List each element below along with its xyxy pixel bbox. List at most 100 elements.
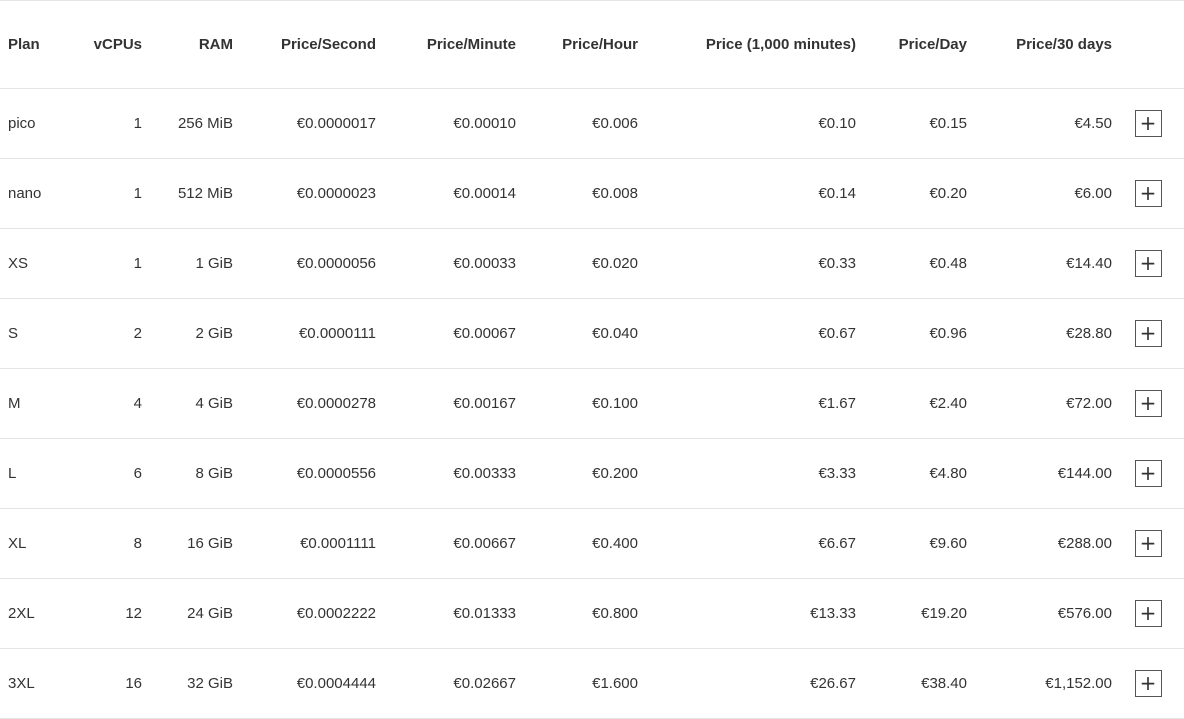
price-per-minute: €0.00167 xyxy=(376,368,516,439)
add-plan-button[interactable]: + xyxy=(1134,179,1162,207)
vcpu-value: 1 xyxy=(133,254,142,272)
column-header-price-day: Price/Day xyxy=(856,1,967,89)
price-per-day: €0.20 xyxy=(856,158,967,229)
vcpu-value-wrapper: 1* xyxy=(134,115,142,132)
price-per-hour: €0.400 xyxy=(516,508,638,579)
vcpu-value-wrapper: 8 xyxy=(134,535,142,552)
price-per-second: €0.0000023 xyxy=(233,158,376,229)
add-cell: + xyxy=(1112,298,1184,369)
plan-name: 2XL xyxy=(0,578,80,649)
table-row-pico: pico 1* 256 MiB €0.0000017 €0.00010 €0.0… xyxy=(0,88,1184,159)
add-plan-button[interactable]: + xyxy=(1134,109,1162,137)
ram-size: 2 GiB xyxy=(142,298,233,369)
add-cell: + xyxy=(1112,508,1184,579)
ram-size: 256 MiB xyxy=(142,88,233,159)
add-plan-button[interactable]: + xyxy=(1134,459,1162,487)
plus-icon: + xyxy=(1139,251,1157,275)
ram-size: 8 GiB xyxy=(142,438,233,509)
table-row-nano: nano 1* 512 MiB €0.0000023 €0.00014 €0.0… xyxy=(0,158,1184,229)
vcpu-value-wrapper: 1 xyxy=(134,255,142,272)
plus-icon: + xyxy=(1139,391,1157,415)
add-plan-button[interactable]: + xyxy=(1134,529,1162,557)
plan-name: pico xyxy=(0,88,80,159)
price-per-second: €0.0000056 xyxy=(233,228,376,299)
price-per-minute: €0.00067 xyxy=(376,298,516,369)
plus-icon: + xyxy=(1139,531,1157,555)
price-per-30-days: €576.00 xyxy=(967,578,1112,649)
ram-size: 1 GiB xyxy=(142,228,233,299)
price-per-minute: €0.01333 xyxy=(376,578,516,649)
header-row: Plan vCPUs RAM Price/Second Price/Minute… xyxy=(0,1,1184,89)
ram-size: 4 GiB xyxy=(142,368,233,439)
price-per-30-days: €288.00 xyxy=(967,508,1112,579)
price-per-second: €0.0000017 xyxy=(233,88,376,159)
price-per-day: €19.20 xyxy=(856,578,967,649)
table-header: Plan vCPUs RAM Price/Second Price/Minute… xyxy=(0,1,1184,89)
table-row-l: L 6 8 GiB €0.0000556 €0.00333 €0.200 €3.… xyxy=(0,438,1184,509)
price-per-second: €0.0004444 xyxy=(233,648,376,719)
plan-name: XL xyxy=(0,508,80,579)
price-per-second: €0.0000111 xyxy=(233,298,376,369)
add-plan-button[interactable]: + xyxy=(1134,599,1162,627)
pricing-table: Plan vCPUs RAM Price/Second Price/Minute… xyxy=(0,1,1184,719)
vcpu-value-wrapper: 4 xyxy=(134,395,142,412)
plan-name: L xyxy=(0,438,80,509)
price-per-hour: €0.040 xyxy=(516,298,638,369)
price-per-minute: €0.00014 xyxy=(376,158,516,229)
price-per-hour: €0.100 xyxy=(516,368,638,439)
price-per-1000-minutes: €6.67 xyxy=(638,508,856,579)
plan-name: XS xyxy=(0,228,80,299)
add-cell: + xyxy=(1112,228,1184,299)
price-per-1000-minutes: €3.33 xyxy=(638,438,856,509)
vcpu-count: 1* xyxy=(80,88,142,159)
table-row-m: M 4 4 GiB €0.0000278 €0.00167 €0.100 €1.… xyxy=(0,368,1184,439)
price-per-hour: €0.200 xyxy=(516,438,638,509)
price-per-second: €0.0002222 xyxy=(233,578,376,649)
add-plan-button[interactable]: + xyxy=(1134,669,1162,697)
column-header-price-hour: Price/Hour xyxy=(516,1,638,89)
column-header-price-30-days: Price/30 days xyxy=(967,1,1112,89)
price-per-1000-minutes: €26.67 xyxy=(638,648,856,719)
add-cell: + xyxy=(1112,648,1184,719)
add-cell: + xyxy=(1112,368,1184,439)
table-body: pico 1* 256 MiB €0.0000017 €0.00010 €0.0… xyxy=(0,88,1184,719)
plus-icon: + xyxy=(1139,671,1157,695)
ram-size: 32 GiB xyxy=(142,648,233,719)
price-per-1000-minutes: €0.67 xyxy=(638,298,856,369)
add-plan-button[interactable]: + xyxy=(1134,319,1162,347)
price-per-minute: €0.00333 xyxy=(376,438,516,509)
price-per-30-days: €14.40 xyxy=(967,228,1112,299)
vcpu-value-wrapper: 6 xyxy=(134,465,142,482)
vcpu-count: 1* xyxy=(80,158,142,229)
price-per-minute: €0.00033 xyxy=(376,228,516,299)
ram-size: 16 GiB xyxy=(142,508,233,579)
plan-name: S xyxy=(0,298,80,369)
column-header-ram: RAM xyxy=(142,1,233,89)
plus-icon: + xyxy=(1139,321,1157,345)
table-row-2xl: 2XL 12 24 GiB €0.0002222 €0.01333 €0.800… xyxy=(0,578,1184,649)
price-per-1000-minutes: €1.67 xyxy=(638,368,856,439)
price-per-hour: €1.600 xyxy=(516,648,638,719)
plus-icon: + xyxy=(1139,461,1157,485)
plus-icon: + xyxy=(1139,601,1157,625)
vcpu-count: 8 xyxy=(80,508,142,579)
add-plan-button[interactable]: + xyxy=(1134,389,1162,417)
column-header-price-1000-minutes: Price (1,000 minutes) xyxy=(638,1,856,89)
price-per-30-days: €72.00 xyxy=(967,368,1112,439)
add-cell: + xyxy=(1112,578,1184,649)
price-per-minute: €0.02667 xyxy=(376,648,516,719)
price-per-day: €4.80 xyxy=(856,438,967,509)
price-per-day: €38.40 xyxy=(856,648,967,719)
column-header-plan: Plan xyxy=(0,1,80,89)
price-per-day: €9.60 xyxy=(856,508,967,579)
price-per-hour: €0.800 xyxy=(516,578,638,649)
table-row-3xl: 3XL 16 32 GiB €0.0004444 €0.02667 €1.600… xyxy=(0,648,1184,719)
price-per-hour: €0.020 xyxy=(516,228,638,299)
price-per-day: €0.96 xyxy=(856,298,967,369)
add-plan-button[interactable]: + xyxy=(1134,249,1162,277)
vcpu-count: 16 xyxy=(80,648,142,719)
plan-name: nano xyxy=(0,158,80,229)
plan-name: M xyxy=(0,368,80,439)
column-header-price-second: Price/Second xyxy=(233,1,376,89)
vcpu-value: 4 xyxy=(133,394,142,412)
